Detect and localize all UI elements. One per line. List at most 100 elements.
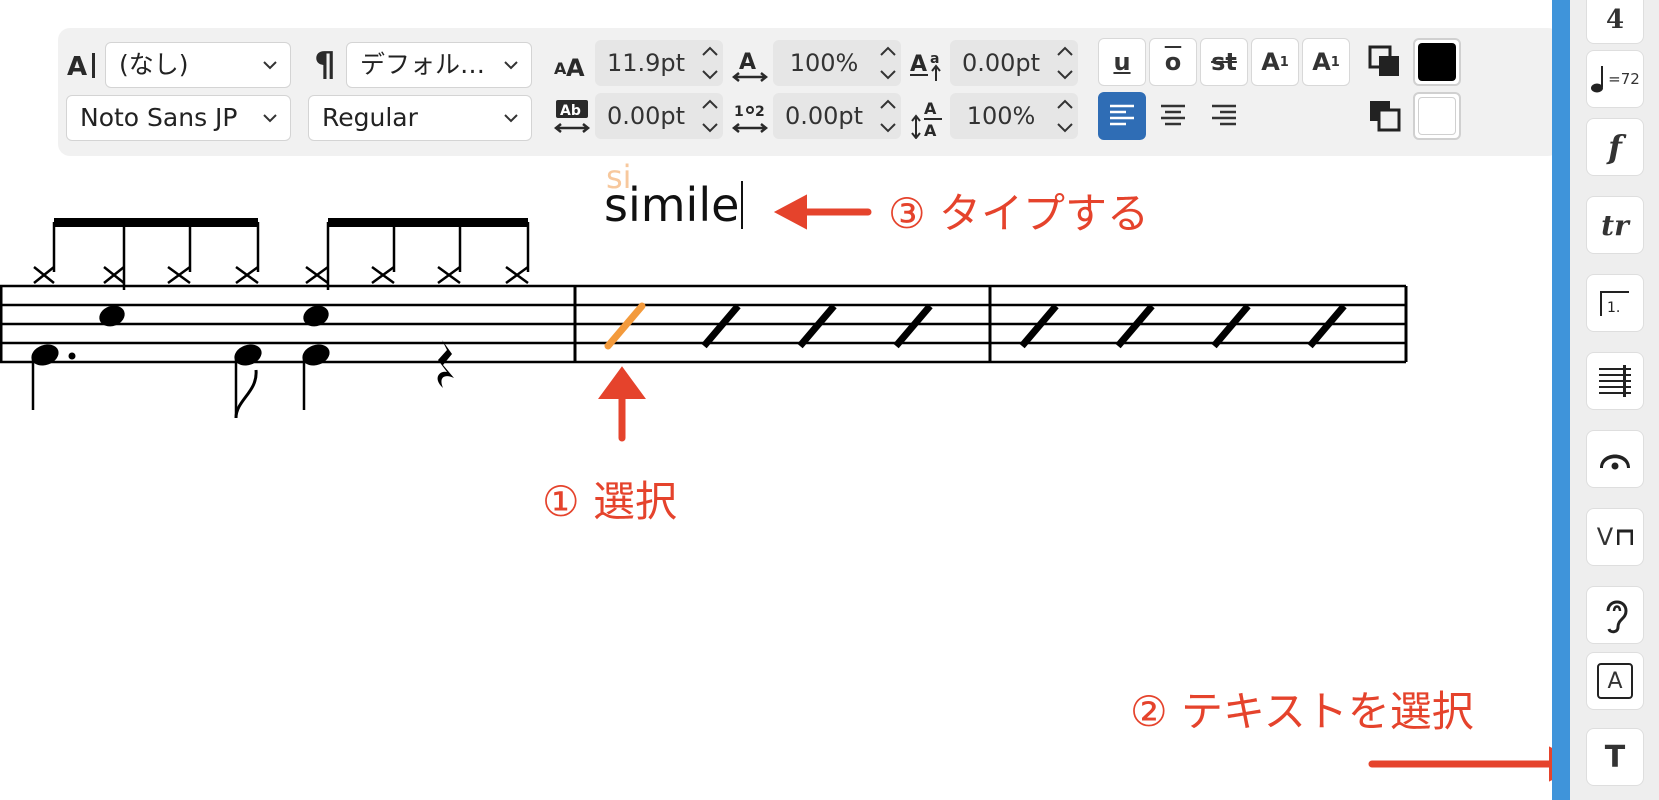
typed-text[interactable]: simile — [604, 178, 744, 232]
slash-note[interactable] — [1019, 303, 1059, 349]
svg-text:a: a — [930, 51, 939, 67]
font-style-select[interactable]: Regular — [308, 95, 532, 141]
background-color-swatch[interactable] — [1413, 92, 1461, 140]
flag — [234, 369, 258, 419]
stepper-up-icon[interactable] — [875, 40, 901, 63]
text-style-select[interactable]: (なし) — [105, 42, 291, 88]
stepper-down-icon[interactable] — [1052, 63, 1078, 86]
paragraph-style-value: デフォル… — [360, 50, 486, 79]
align-left-button[interactable] — [1098, 92, 1146, 140]
dynamics-icon: f — [1608, 128, 1622, 166]
slash-note[interactable] — [1211, 303, 1251, 349]
palette-tremolo[interactable] — [1586, 352, 1644, 410]
strikethrough-button[interactable]: st — [1200, 38, 1248, 86]
stepper-up-icon[interactable] — [1052, 40, 1078, 63]
line-height-value: 100% — [966, 102, 1036, 130]
paragraph-icon: ¶ — [314, 45, 336, 85]
stepper-down-icon[interactable] — [697, 116, 723, 139]
palette-text[interactable]: T — [1586, 728, 1644, 786]
stepper-up-icon[interactable] — [875, 93, 901, 116]
tempo-icon: =72 — [1590, 64, 1640, 94]
subscript-label: A — [1312, 48, 1331, 76]
text-icon: T — [1604, 739, 1626, 775]
word-spacing-stepper[interactable]: 0.00pt — [773, 93, 901, 139]
align-right-button[interactable] — [1200, 92, 1248, 140]
font-family-select[interactable]: Noto Sans JP — [66, 95, 291, 141]
palette-bowing[interactable]: V — [1586, 508, 1644, 566]
align-center-icon — [1161, 104, 1185, 126]
chevron-down-icon — [263, 61, 277, 70]
font-size-stepper[interactable]: 11.9pt — [595, 40, 723, 86]
stepper-up-icon[interactable] — [1052, 93, 1078, 116]
svg-text:Ab: Ab — [560, 103, 581, 119]
text-style-icon: A — [62, 42, 102, 88]
palette-dynamics[interactable]: f — [1586, 118, 1644, 176]
palette-tempo[interactable]: =72 — [1586, 50, 1644, 108]
palette-ornaments[interactable]: tr — [1586, 196, 1644, 254]
text-color-mode-button[interactable] — [1361, 38, 1409, 86]
underline-button[interactable]: u — [1098, 38, 1146, 86]
background-color-mode-button[interactable] — [1361, 92, 1409, 140]
baseline-shift-icon: Aa — [908, 42, 948, 88]
subscript-button[interactable]: A1 — [1302, 38, 1350, 86]
slash-note[interactable] — [797, 303, 837, 349]
svg-text:A: A — [910, 52, 927, 77]
palette-fermata[interactable] — [1586, 430, 1644, 488]
annotation-arrow-up — [598, 366, 646, 442]
tremolo-icon — [1599, 365, 1631, 397]
superscript-label: A — [1261, 48, 1280, 76]
stepper-up-icon[interactable] — [697, 40, 723, 63]
align-center-button[interactable] — [1149, 92, 1197, 140]
palette-ear[interactable] — [1586, 586, 1644, 644]
svg-text:A: A — [566, 54, 585, 82]
slash-measure-3[interactable] — [1019, 303, 1347, 349]
svg-text:A: A — [739, 50, 756, 75]
strikethrough-label: st — [1211, 48, 1237, 76]
annotation-step2-label: ② テキストを選択 — [1130, 687, 1474, 736]
text-frame-label: A — [1607, 668, 1623, 694]
text-style-value: (なし) — [119, 50, 189, 79]
palette-text-frame[interactable]: A — [1586, 652, 1644, 710]
scale-width-stepper[interactable]: 100% — [773, 40, 901, 86]
typed-text-content: simile — [604, 178, 740, 232]
slash-note[interactable] — [1115, 303, 1155, 349]
beam — [54, 218, 258, 227]
word-spacing-icon: 12 — [730, 95, 770, 141]
baseline-shift-stepper[interactable]: 0.00pt — [950, 40, 1078, 86]
slash-note[interactable] — [893, 303, 933, 349]
stepper-up-icon[interactable] — [697, 93, 723, 116]
drum-measure-1[interactable] — [28, 218, 530, 419]
stepper-down-icon[interactable] — [875, 116, 901, 139]
overline-label: o — [1164, 48, 1182, 76]
superscript-digit: 1 — [1279, 54, 1289, 70]
slash-measure-2[interactable] — [604, 302, 933, 350]
line-height-icon: AA — [908, 95, 948, 141]
stepper-down-icon[interactable] — [697, 63, 723, 86]
superscript-button[interactable]: A1 — [1251, 38, 1299, 86]
paragraph-style-select[interactable]: デフォル… — [346, 42, 532, 88]
text-frame-icon: A — [1597, 663, 1633, 699]
hihat-noteheads — [33, 265, 529, 285]
text-color-swatch[interactable] — [1413, 38, 1461, 86]
dot — [68, 352, 76, 360]
stepper-down-icon[interactable] — [875, 63, 901, 86]
chevron-down-icon — [504, 61, 518, 70]
slash-note[interactable] — [1307, 303, 1347, 349]
letter-spacing-icon: Ab — [552, 95, 592, 141]
staff — [0, 284, 1406, 364]
selected-slash-note[interactable] — [604, 302, 646, 350]
svg-text:2: 2 — [755, 104, 765, 120]
slash-note[interactable] — [701, 303, 741, 349]
stepper-down-icon[interactable] — [1052, 116, 1078, 139]
palette-time-signature[interactable]: 4 — [1586, 0, 1644, 44]
letter-spacing-stepper[interactable]: 0.00pt — [595, 93, 723, 139]
palette-volta[interactable]: 1. — [1586, 274, 1644, 332]
scale-width-value: 100% — [789, 49, 859, 77]
font-size-icon: AA — [552, 42, 592, 88]
line-height-stepper[interactable]: 100% — [950, 93, 1078, 139]
text-color-fill — [1418, 43, 1456, 81]
align-right-icon — [1212, 104, 1236, 126]
overline-button[interactable]: o — [1149, 38, 1197, 86]
snare-note — [303, 305, 329, 327]
svg-text:A: A — [67, 52, 87, 82]
